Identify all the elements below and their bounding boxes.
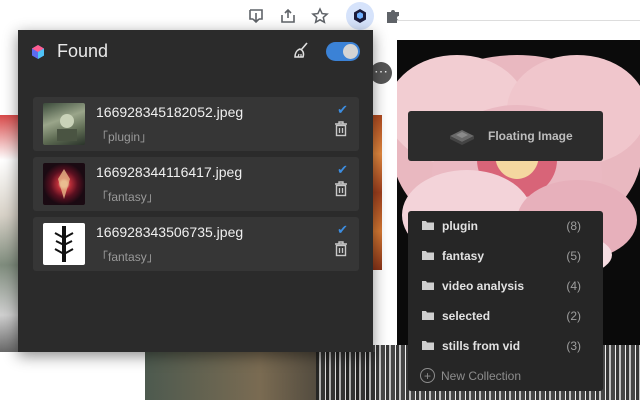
- collection-item[interactable]: stills from vid (3): [408, 331, 603, 361]
- collection-item[interactable]: video analysis (4): [408, 271, 603, 301]
- more-options-icon[interactable]: ⋯: [370, 62, 392, 84]
- extension-icon[interactable]: [346, 2, 374, 30]
- collection-count: (2): [566, 309, 581, 323]
- floating-image-label: Floating Image: [488, 129, 573, 143]
- broom-icon[interactable]: [292, 41, 312, 61]
- collection-count: (5): [566, 249, 581, 263]
- download-icon[interactable]: [245, 5, 267, 27]
- collection-name: video analysis: [442, 279, 525, 293]
- folder-icon: [422, 251, 434, 260]
- collection-item[interactable]: plugin (8): [408, 211, 603, 241]
- folder-icon: [422, 341, 434, 350]
- file-tag: 「plugin」: [96, 130, 153, 144]
- background-page-header: [397, 20, 640, 40]
- collection-name: fantasy: [442, 249, 485, 263]
- file-item[interactable]: 166928345182052.jpeg 「plugin」 ✔: [33, 97, 359, 151]
- collection-count: (4): [566, 279, 581, 293]
- collection-name: stills from vid: [442, 339, 521, 353]
- background-image-left: [0, 115, 18, 365]
- folder-icon: [422, 281, 434, 290]
- trash-icon[interactable]: [334, 181, 348, 197]
- popup-title: Found: [57, 41, 109, 61]
- collection-count: (8): [566, 219, 581, 233]
- collection-item[interactable]: fantasy (5): [408, 241, 603, 271]
- plus-icon: +: [420, 368, 435, 383]
- trash-icon[interactable]: [334, 241, 348, 257]
- file-thumbnail: [43, 223, 85, 265]
- file-tag: 「fantasy」: [96, 250, 159, 264]
- floating-image-button[interactable]: Floating Image: [408, 111, 603, 161]
- enable-toggle[interactable]: [326, 42, 360, 61]
- new-collection-label: New Collection: [441, 368, 522, 383]
- check-icon[interactable]: ✔: [337, 162, 348, 178]
- new-collection-button[interactable]: + New Collection: [420, 368, 521, 383]
- file-item[interactable]: 166928344116417.jpeg 「fantasy」 ✔: [33, 157, 359, 211]
- collections-menu: plugin (8) fantasy (5) video analysis (4…: [408, 211, 603, 391]
- file-item[interactable]: 166928343506735.jpeg 「fantasy」 ✔: [33, 217, 359, 271]
- trash-icon[interactable]: [334, 121, 348, 137]
- file-name: 166928345182052.jpeg: [96, 104, 244, 120]
- file-name: 166928344116417.jpeg: [96, 164, 243, 180]
- check-icon[interactable]: ✔: [337, 222, 348, 238]
- share-icon[interactable]: [277, 5, 299, 27]
- star-icon[interactable]: [309, 5, 331, 27]
- background-image-strip: [372, 115, 382, 270]
- collection-name: selected: [442, 309, 491, 323]
- folder-icon: [422, 311, 434, 320]
- file-thumbnail: [43, 163, 85, 205]
- file-tag: 「fantasy」: [96, 190, 159, 204]
- floating-image-icon: [446, 126, 478, 146]
- check-icon[interactable]: ✔: [337, 102, 348, 118]
- collection-item[interactable]: selected (2): [408, 301, 603, 331]
- collection-name: plugin: [442, 219, 478, 233]
- folder-icon: [422, 221, 434, 230]
- app-logo-icon: [30, 44, 46, 60]
- file-name: 166928343506735.jpeg: [96, 224, 244, 240]
- collection-count: (3): [566, 339, 581, 353]
- file-thumbnail: [43, 103, 85, 145]
